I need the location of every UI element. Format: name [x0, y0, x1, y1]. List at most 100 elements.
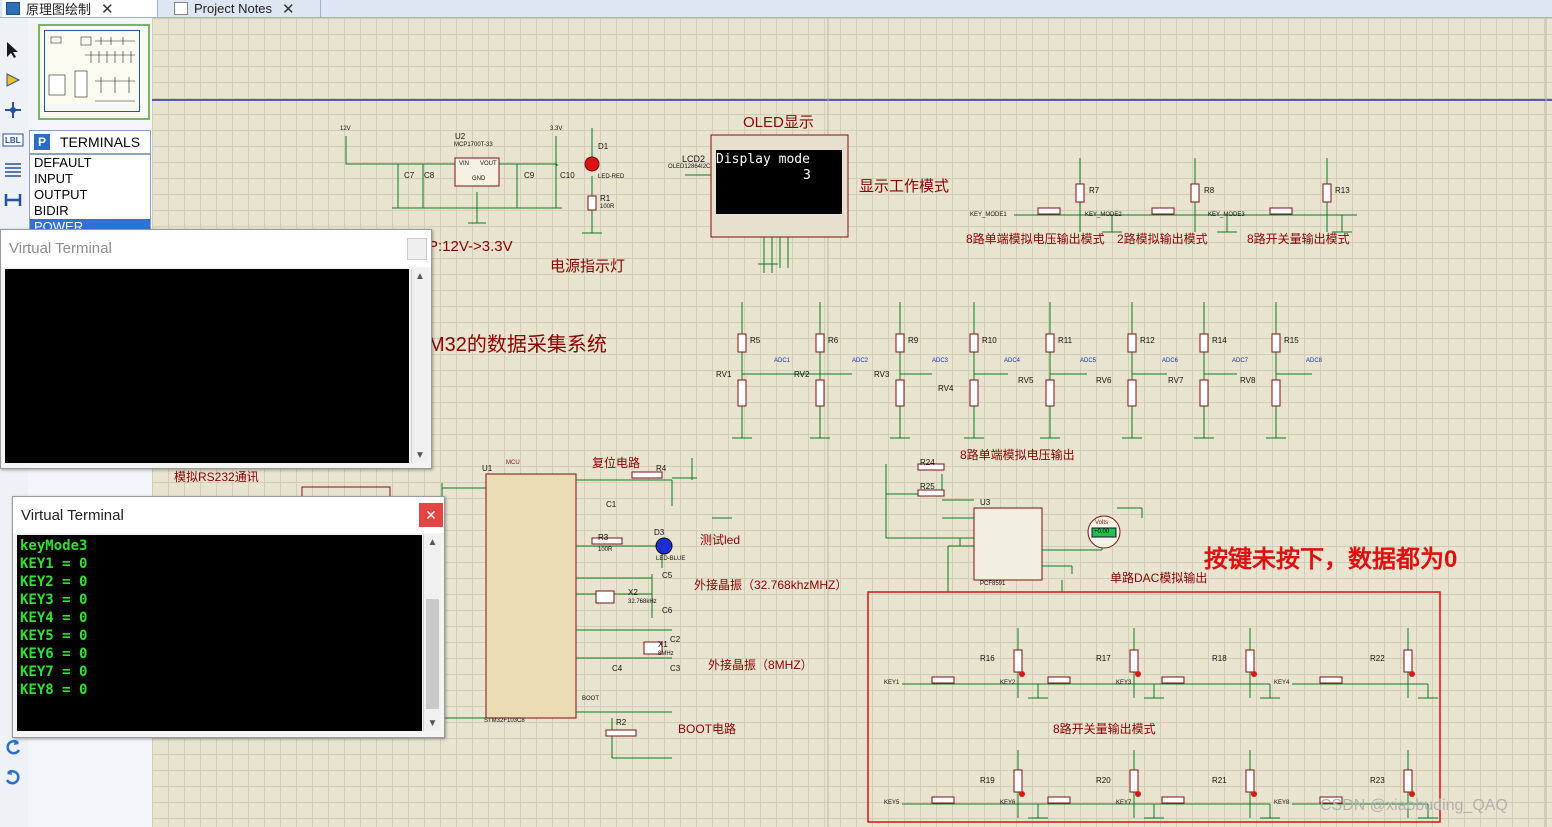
text-icon[interactable] [1, 158, 25, 182]
tab-project-notes-close-icon[interactable]: ✕ [282, 0, 295, 18]
system-title: M32的数据采集系统 [428, 334, 607, 356]
junction-icon[interactable] [1, 98, 25, 122]
vt2-line: KEY2 = 0 [20, 574, 88, 590]
key7-label: KEY7 [1116, 800, 1132, 806]
vt2-scroll-up-icon[interactable]: ▲ [424, 537, 441, 548]
r20-ref: R20 [1096, 776, 1111, 785]
terminals-header[interactable]: P TERMINALS [29, 130, 151, 154]
r1-value: 100R [600, 204, 615, 210]
adc8-label: ADC8 [1306, 358, 1323, 364]
component-icon[interactable] [1, 68, 25, 92]
pick-devices-badge[interactable]: P [34, 134, 50, 150]
tab-schematic[interactable]: 原理图绘制 ✕ [2, 0, 158, 18]
mcu-part: STM32F103C8 [484, 718, 525, 724]
virtual-terminal-2[interactable]: Virtual Terminal ✕ keyMode3 KEY1 = 0 KEY… [12, 496, 445, 738]
u2-pin-vout: VOUT [480, 161, 497, 167]
vt1-scroll-up-icon[interactable]: ▲ [412, 271, 428, 282]
select-arrow-icon[interactable] [1, 38, 25, 62]
oled-section-label: OLED显示 [743, 114, 814, 131]
undo-icon[interactable] [1, 736, 25, 760]
r17-ref: R17 [1096, 654, 1111, 663]
u1-ref: U1 [482, 464, 493, 473]
vt2-scrollbar[interactable]: ▲ ▼ [423, 535, 441, 731]
vt2-scroll-thumb[interactable] [426, 599, 439, 709]
adc6-label: ADC6 [1162, 358, 1179, 364]
c8-ref: C8 [424, 171, 435, 180]
c1-ref: C1 [606, 500, 617, 509]
r5-ref: R5 [750, 336, 761, 345]
r14-ref: R14 [1212, 336, 1227, 345]
virtual-terminal-1[interactable]: Virtual Terminal ▲ ▼ [0, 229, 432, 469]
c6-ref: C6 [662, 606, 673, 615]
x1-value: 8MHz [658, 651, 674, 657]
terminal-item-default[interactable]: DEFAULT [30, 155, 150, 171]
r23-ref: R23 [1370, 776, 1385, 785]
switch8-label: 8路开关量输出模式 [1053, 722, 1156, 736]
r3-ref: R3 [598, 533, 609, 542]
rv5-ref: RV5 [1018, 376, 1034, 385]
redo-icon[interactable] [1, 766, 25, 790]
c3-ref: C3 [670, 664, 681, 673]
r18-ref: R18 [1212, 654, 1227, 663]
vt2-screen[interactable]: keyMode3 KEY1 = 0 KEY2 = 0 KEY3 = 0 KEY4… [17, 535, 422, 731]
u3-ref: U3 [980, 498, 991, 507]
r24-ref: R24 [920, 458, 935, 467]
rv2-ref: RV2 [794, 370, 810, 379]
c9-ref: C9 [524, 171, 535, 180]
terminal-item-bidir[interactable]: BIDIR [30, 203, 150, 219]
u3-part: PCF8591 [980, 581, 1006, 587]
tab-project-notes[interactable]: Project Notes ✕ [170, 0, 321, 18]
r12-ref: R12 [1140, 336, 1155, 345]
vt1-screen[interactable] [5, 269, 409, 463]
mode1-label: 8路单端模拟电压输出模式 [966, 232, 1105, 246]
r11-ref: R11 [1058, 336, 1073, 345]
c4-ref: C4 [612, 664, 623, 673]
boot-label: BOOT电路 [678, 722, 737, 736]
notes-icon [174, 2, 188, 15]
vt2-scroll-down-icon[interactable]: ▼ [424, 718, 441, 729]
r16-ref: R16 [980, 654, 995, 663]
key4-label: KEY4 [1274, 680, 1290, 686]
overview-window[interactable] [38, 24, 150, 120]
d1-part: LED-RED [598, 174, 625, 180]
key6-label: KEY6 [1000, 800, 1016, 806]
d3-ref: D3 [654, 528, 665, 537]
lcd-line2: 3 [803, 168, 811, 183]
vt1-scrollbar[interactable]: ▲ ▼ [411, 269, 428, 463]
r22-ref: R22 [1370, 654, 1385, 663]
x2-ref: X2 [628, 588, 638, 597]
adc5-label: ADC5 [1080, 358, 1097, 364]
adc2-label: ADC2 [852, 358, 869, 364]
r6-ref: R6 [828, 336, 839, 345]
lcd-part: OLED12864I2C [668, 164, 711, 170]
bus-icon[interactable] [1, 188, 25, 212]
vt1-scroll-down-icon[interactable]: ▼ [412, 450, 428, 461]
vt1-titlebar[interactable]: Virtual Terminal [1, 230, 431, 267]
document-tab-bar: 原理图绘制 ✕ Project Notes ✕ [0, 0, 1552, 18]
crystal-32k-label: 外接晶振（32.768khzMHZ） [694, 578, 848, 592]
vt1-close-icon[interactable] [407, 238, 427, 260]
vt2-titlebar[interactable]: Virtual Terminal [13, 497, 444, 533]
vt2-close-icon[interactable]: ✕ [419, 503, 443, 527]
lcd-ref: LCD2 [682, 154, 706, 164]
terminal-item-input[interactable]: INPUT [30, 171, 150, 187]
vt2-line: KEY4 = 0 [20, 610, 88, 626]
rail-12v: 12V [340, 126, 351, 132]
u2-pin-vin: VIN [459, 161, 470, 167]
r2-ref: R2 [616, 718, 627, 727]
rv6-ref: RV6 [1096, 376, 1112, 385]
mode3-label: 8路开关量输出模式 [1247, 232, 1350, 246]
watermark: CSDN @xiaobuding_QAQ [1320, 797, 1508, 814]
tab-schematic-close-icon[interactable]: ✕ [101, 0, 114, 18]
terminals-list[interactable]: DEFAULT INPUT OUTPUT BIDIR POWER [29, 154, 151, 236]
adc7-label: ADC7 [1232, 358, 1249, 364]
r9-ref: R9 [908, 336, 919, 345]
r4-ref: R4 [656, 464, 667, 473]
rv1-ref: RV1 [716, 370, 732, 379]
terminal-item-output[interactable]: OUTPUT [30, 187, 150, 203]
u2-part: MCP1700T-33 [454, 142, 493, 148]
dac-label: 单路DAC模拟输出 [1110, 571, 1208, 585]
vt1-title: Virtual Terminal [9, 240, 112, 257]
key1-label: KEY1 [884, 680, 900, 686]
label-icon[interactable]: LBL [1, 128, 25, 152]
